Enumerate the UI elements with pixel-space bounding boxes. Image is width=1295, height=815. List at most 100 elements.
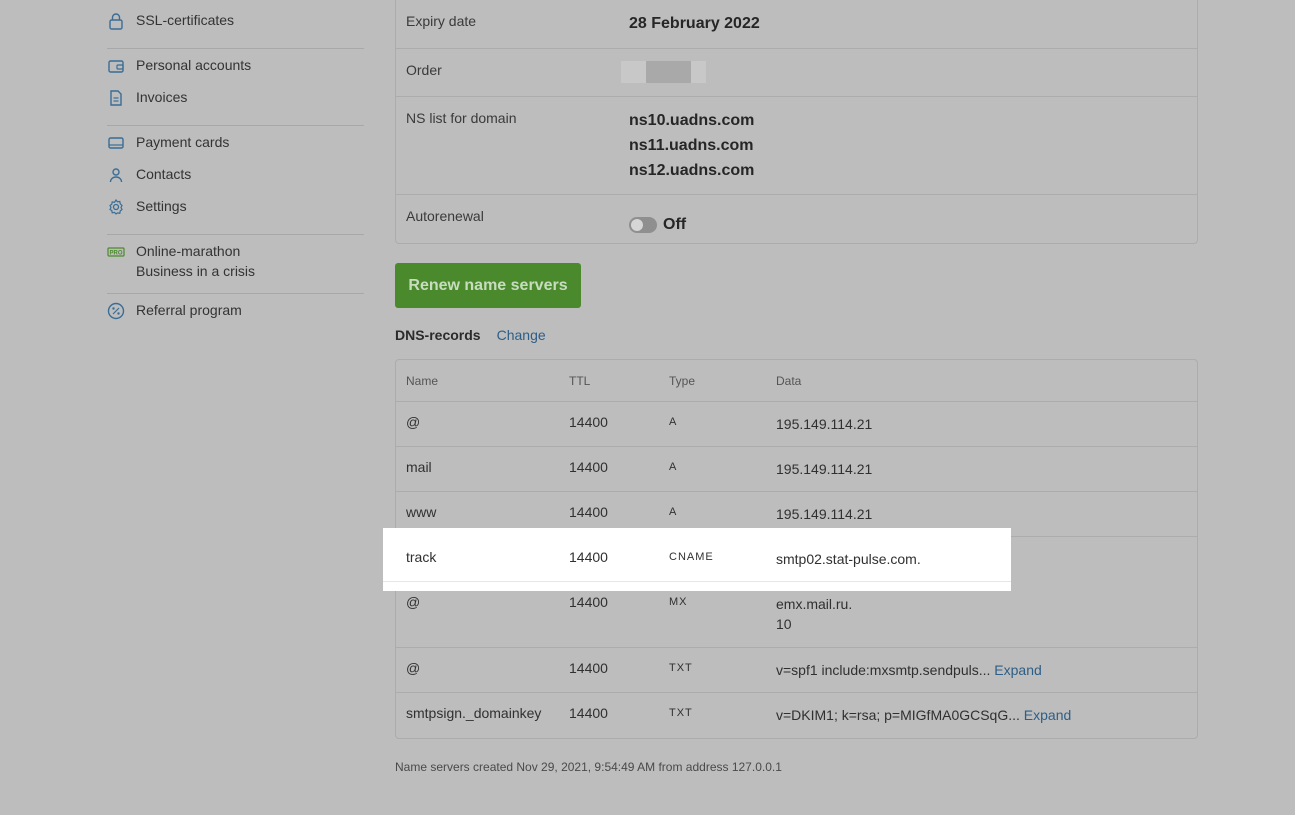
record-ttl: 14400 (569, 549, 608, 565)
record-data-line: emx.mail.ru. (776, 596, 853, 612)
gear-icon (107, 196, 136, 216)
record-data: 195.149.114.21 (776, 416, 873, 432)
record-name: smtpsign._domainkey (406, 705, 542, 721)
table-row: mail 14400 A 195.149.114.21 (396, 447, 1197, 492)
sidebar-item-referral-program[interactable]: Referral program (107, 300, 364, 332)
sidebar-item-label: Personal accounts (136, 57, 252, 73)
sidebar-item-payment-cards[interactable]: Payment cards (107, 132, 364, 164)
card-icon (107, 132, 136, 152)
user-icon (107, 164, 136, 184)
order-value-redacted (621, 61, 706, 83)
record-ttl: 14400 (569, 705, 608, 721)
record-ttl: 14400 (569, 414, 608, 430)
record-ttl: 14400 (569, 459, 608, 475)
sidebar-item-label: SSL-certificates (136, 12, 235, 28)
sidebar: SSL-certificates Personal accounts Invoi… (107, 0, 364, 338)
ns-row: NS list for domain ns10.uadns.com ns11.u… (396, 97, 1197, 195)
expand-link[interactable]: Expand (1024, 707, 1071, 723)
dns-change-link[interactable]: Change (497, 327, 546, 343)
order-label: Order (406, 62, 442, 78)
header-data: Data (776, 373, 802, 388)
record-type: CNAME (669, 551, 714, 563)
ns-item: ns10.uadns.com (629, 112, 755, 129)
renew-name-servers-button[interactable]: Renew name servers (395, 263, 581, 308)
pro-badge-icon: PRO (107, 241, 136, 261)
autorenewal-value: Off (663, 216, 687, 233)
dns-title: DNS-records (395, 327, 481, 343)
record-data: smtp02.stat-pulse.com. (776, 551, 921, 567)
table-row: www 14400 A 195.149.114.21 (396, 492, 1197, 537)
record-data-text: v=spf1 include:mxsmtp.sendpuls... (776, 662, 991, 678)
percent-icon (107, 300, 136, 320)
sidebar-group-marathon: PRO Online-marathon Business in a crisis (107, 235, 364, 294)
order-row: Order (396, 49, 1197, 97)
expiry-value: 28 February 2022 (629, 15, 760, 32)
header-ttl: TTL (569, 373, 591, 388)
sidebar-item-personal-accounts[interactable]: Personal accounts (107, 55, 364, 87)
autorenewal-row: Autorenewal Off (396, 195, 1197, 243)
domain-info-box: Expiry date 28 February 2022 Order NS li… (395, 0, 1198, 244)
record-name: track (406, 549, 437, 565)
sidebar-group-accounts: Personal accounts Invoices (107, 49, 364, 126)
sidebar-item-settings[interactable]: Settings (107, 196, 364, 228)
sidebar-item-label: Contacts (136, 166, 192, 182)
record-name: mail (406, 459, 432, 475)
wallet-icon (107, 55, 136, 75)
record-type: TXT (669, 662, 693, 674)
autorenewal-label: Autorenewal (406, 208, 484, 224)
dns-table-header: Name TTL Type Data (396, 360, 1197, 402)
sidebar-item-label: Payment cards (136, 134, 230, 150)
record-data: 195.149.114.21 (776, 461, 873, 477)
table-row: @ 14400 A 195.149.114.21 (396, 402, 1197, 447)
record-name: www (406, 504, 437, 520)
record-type: MX (669, 596, 688, 608)
autorenewal-toggle[interactable] (629, 216, 657, 233)
dns-table: Name TTL Type Data @ 14400 A 195.149.114… (383, 359, 1198, 739)
table-row-highlighted: track 14400 CNAME smtp02.stat-pulse.com. (383, 537, 1011, 582)
lock-icon (107, 10, 136, 30)
sidebar-item-sublabel: Business in a crisis (136, 263, 256, 279)
record-type: A (669, 506, 678, 518)
sidebar-group-referral: Referral program (107, 294, 364, 338)
header-type: Type (669, 373, 696, 388)
record-name: @ (406, 660, 421, 676)
record-data: 195.149.114.21 (776, 506, 873, 522)
svg-text:PRO: PRO (109, 251, 122, 257)
record-ttl: 14400 (569, 504, 608, 520)
expiry-row: Expiry date 28 February 2022 (396, 0, 1197, 49)
sidebar-item-label: Referral program (136, 302, 242, 318)
document-icon (107, 87, 136, 107)
record-name: @ (406, 414, 421, 430)
sidebar-item-online-marathon[interactable]: PRO Online-marathon Business in a crisis (107, 241, 364, 287)
sidebar-item-label: Settings (136, 198, 187, 214)
sidebar-item-invoices[interactable]: Invoices (107, 87, 364, 119)
record-data-priority: 10 (776, 616, 792, 632)
ns-label: NS list for domain (406, 110, 517, 126)
record-type: A (669, 461, 678, 473)
table-row: @ 14400 TXT v=spf1 include:mxsmtp.sendpu… (396, 648, 1197, 693)
record-type: A (669, 416, 678, 428)
record-ttl: 14400 (569, 660, 608, 676)
sidebar-group-settings: Payment cards Contacts Settings (107, 126, 364, 235)
record-type: TXT (669, 707, 693, 719)
record-data-text: v=DKIM1; k=rsa; p=MIGfMA0GCSqG... (776, 707, 1020, 723)
record-data: emx.mail.ru. 10 (776, 594, 1197, 647)
ns-list: ns10.uadns.com ns11.uadns.com ns12.uadns… (629, 108, 754, 194)
expand-link[interactable]: Expand (994, 662, 1041, 678)
sidebar-item-ssl-certificates[interactable]: SSL-certificates (107, 10, 364, 42)
header-name: Name (406, 373, 439, 388)
table-row: @ 14400 MX emx.mail.ru. 10 (396, 582, 1197, 648)
table-row: smtpsign._domainkey 14400 TXT v=DKIM1; k… (396, 693, 1197, 738)
sidebar-item-label: Invoices (136, 89, 188, 105)
record-data: v=DKIM1; k=rsa; p=MIGfMA0GCSqG... Expand (776, 705, 1197, 738)
record-data: v=spf1 include:mxsmtp.sendpuls... Expand (776, 660, 1197, 692)
sidebar-group-ssl: SSL-certificates (107, 0, 364, 49)
expiry-label: Expiry date (406, 13, 477, 29)
footer-note: Name servers created Nov 29, 2021, 9:54:… (395, 760, 782, 774)
record-ttl: 14400 (569, 594, 608, 610)
record-name: @ (406, 594, 421, 610)
toggle-knob (631, 218, 643, 231)
dns-header: DNS-records Change (395, 327, 546, 343)
sidebar-item-contacts[interactable]: Contacts (107, 164, 364, 196)
main-content: Expiry date 28 February 2022 Order NS li… (383, 0, 1198, 774)
